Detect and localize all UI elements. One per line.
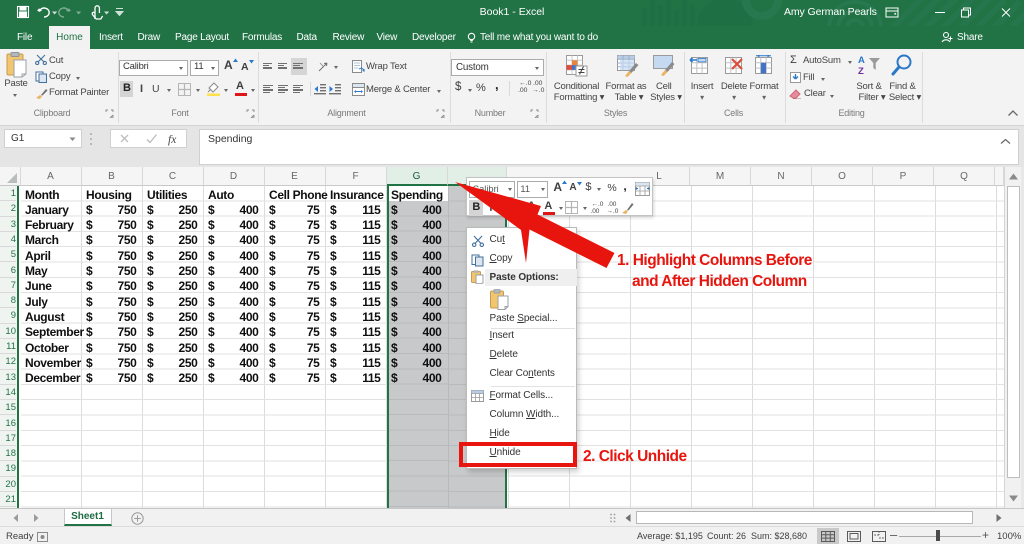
- svg-text:Z: Z: [858, 66, 864, 76]
- svg-text:A: A: [858, 55, 865, 66]
- svg-text:fx: fx: [168, 134, 177, 146]
